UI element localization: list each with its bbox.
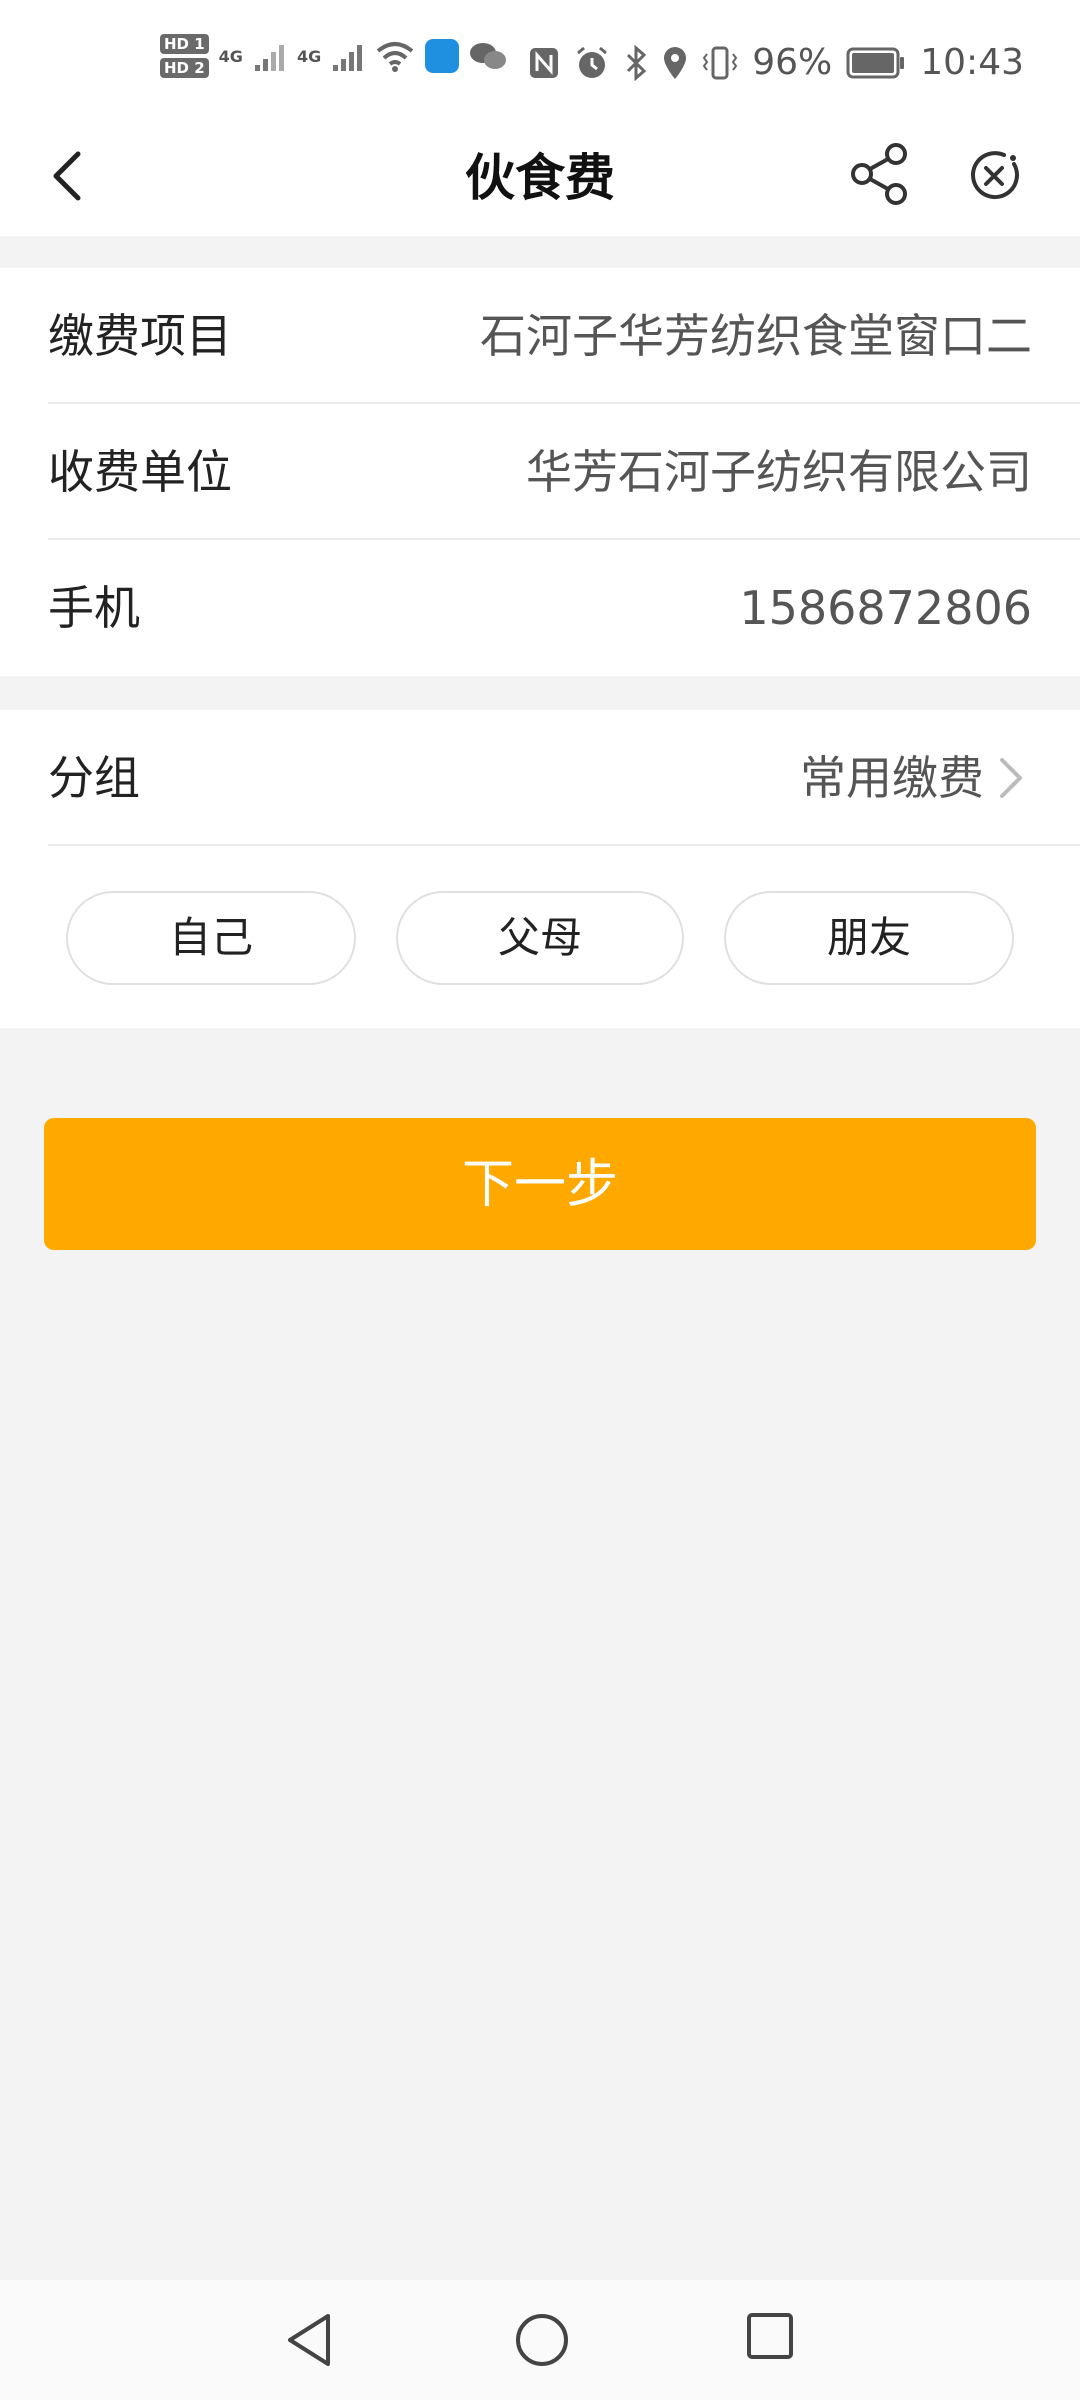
hd2-badge: HD 2	[160, 58, 209, 78]
clock: 10:43	[920, 42, 1024, 83]
group-option-friends[interactable]: 朋友	[724, 891, 1014, 985]
payment-item-value: 石河子华芳纺织食堂窗口二	[480, 309, 1032, 363]
chevron-right-icon	[1000, 758, 1022, 798]
payee-label: 收费单位	[48, 445, 232, 499]
status-bar: HD 1 HD 2 4G 4G 96% 10:43	[0, 0, 1080, 120]
wechat-icon	[470, 43, 507, 69]
wifi-icon	[376, 42, 414, 72]
payee-value: 华芳石河子纺织有限公司	[526, 445, 1032, 499]
app-notification-icon	[425, 39, 460, 73]
status-left: HD 1 HD 2 4G 4G	[160, 34, 507, 78]
next-step-button[interactable]: 下一步	[44, 1118, 1036, 1250]
vibrate-icon	[702, 46, 738, 79]
battery-percent: 96%	[752, 42, 833, 83]
group-label: 分组	[48, 751, 140, 805]
alarm-icon	[577, 46, 608, 78]
phone-label: 手机	[48, 581, 140, 635]
system-back-icon[interactable]	[282, 2310, 338, 2370]
group-row[interactable]: 分组 常用缴费	[48, 710, 1080, 846]
location-icon	[664, 46, 687, 79]
hd-indicators: HD 1 HD 2	[160, 34, 209, 78]
phone-value: 1586872806	[739, 581, 1032, 635]
battery-icon	[846, 47, 905, 78]
network-type-1: 4G	[218, 46, 243, 66]
payment-item-row: 缴费项目 石河子华芳纺织食堂窗口二	[48, 268, 1080, 404]
signal-icon	[254, 45, 284, 71]
close-mini-program-icon[interactable]	[964, 146, 1024, 206]
payee-row: 收费单位 华芳石河子纺织有限公司	[48, 404, 1080, 540]
system-home-icon[interactable]	[514, 2312, 570, 2368]
system-navigation-bar	[0, 2280, 1080, 2400]
network-type-2: 4G	[296, 46, 322, 66]
payment-item-label: 缴费项目	[48, 309, 232, 363]
group-value: 常用缴费	[800, 751, 984, 805]
hd1-badge: HD 1	[160, 34, 209, 54]
bluetooth-icon	[627, 44, 647, 81]
status-right: 96% 10:43	[528, 42, 1024, 83]
group-option-parents[interactable]: 父母	[396, 891, 684, 985]
share-icon[interactable]	[848, 142, 912, 206]
system-recent-apps-icon[interactable]	[746, 2312, 794, 2360]
group-option-self[interactable]: 自己	[66, 891, 356, 985]
phone-row: 手机 1586872806	[48, 540, 1080, 676]
payment-details-card: 缴费项目 石河子华芳纺织食堂窗口二 收费单位 华芳石河子纺织有限公司 手机 15…	[0, 268, 1080, 676]
nfc-icon	[530, 47, 559, 78]
signal-icon	[333, 45, 363, 71]
navigation-bar: 伙食费	[0, 120, 1080, 236]
page-title: 伙食费	[465, 149, 615, 207]
